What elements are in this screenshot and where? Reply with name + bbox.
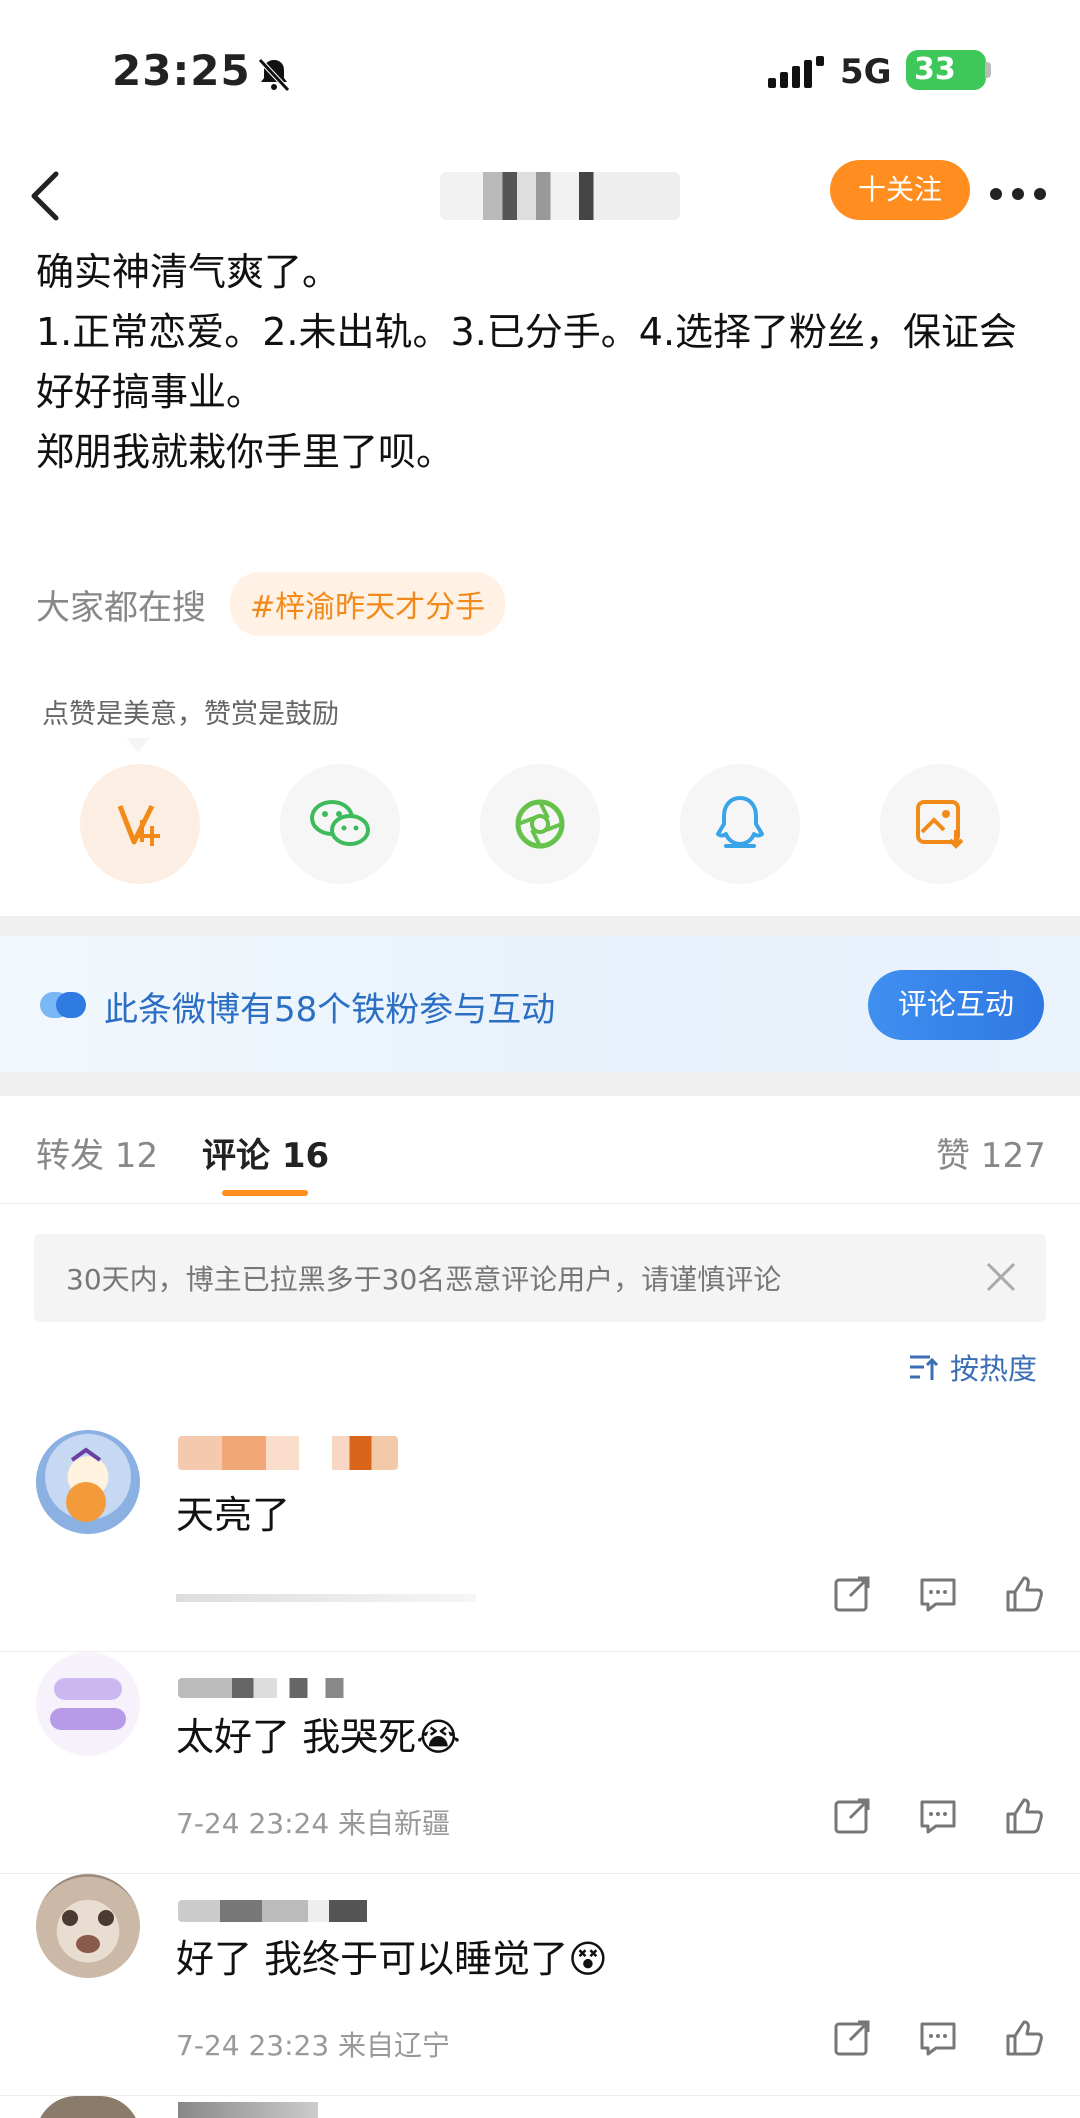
section-divider bbox=[0, 916, 1080, 936]
tab-reposts[interactable]: 转发 12 bbox=[36, 1128, 158, 1177]
avatar[interactable] bbox=[36, 1430, 140, 1534]
comment-actions bbox=[830, 1572, 1050, 1622]
blurred-commenter-name bbox=[178, 1436, 398, 1470]
status-time: 23:25 bbox=[112, 46, 251, 95]
hashtag-link[interactable]: #梓渝昨天才分手 bbox=[230, 572, 506, 636]
share-comment-icon[interactable] bbox=[830, 1794, 874, 1838]
comment-item: 太好了 我哭死😭 7-24 23:24 来自新疆 bbox=[0, 1652, 1080, 1874]
comment-item: 好了 我终于可以睡觉了😵 7-24 23:23 来自辽宁 bbox=[0, 1874, 1080, 2096]
more-options-icon[interactable] bbox=[988, 182, 1048, 206]
fans-banner-text: 此条微博有58个铁粉参与互动 bbox=[104, 990, 556, 1030]
notice-text: 30天内，博主已拉黑多于30名恶意评论用户，请谨慎评论 bbox=[66, 1263, 782, 1296]
comment-actions bbox=[830, 2016, 1050, 2066]
reply-icon[interactable] bbox=[916, 2016, 960, 2060]
avatar[interactable] bbox=[36, 2096, 140, 2118]
post-line: 1.正常恋爱。2.未出轨。3.已分手。4.选择了粉丝，保证会好好搞事业。 bbox=[36, 310, 1018, 414]
section-divider bbox=[0, 1072, 1080, 1096]
like-icon[interactable] bbox=[1002, 1572, 1046, 1616]
comment-meta: 7-24 23:24 来自新疆 bbox=[176, 1807, 451, 1840]
blurred-comment-meta bbox=[176, 1594, 476, 1602]
share-comment-icon[interactable] bbox=[830, 2016, 874, 2060]
fans-banner: 此条微博有58个铁粉参与互动 评论互动 bbox=[0, 936, 1080, 1072]
sort-label: 按热度 bbox=[950, 1352, 1038, 1386]
comment-text: 天亮了 bbox=[176, 1493, 291, 1537]
tab-likes[interactable]: 赞 127 bbox=[936, 1128, 1046, 1177]
battery-cap bbox=[985, 62, 991, 78]
reward-tip: 点赞是美意，赞赏是鼓励 bbox=[42, 699, 339, 730]
comment-notice: 30天内，博主已拉黑多于30名恶意评论用户，请谨慎评论 bbox=[34, 1234, 1046, 1322]
save-image-icon[interactable] bbox=[880, 764, 1000, 884]
tip-arrow bbox=[126, 738, 150, 752]
share-comment-icon[interactable] bbox=[830, 1572, 874, 1616]
comment-meta: 7-24 23:23 来自辽宁 bbox=[176, 2029, 451, 2062]
follow-button[interactable]: 十关注 bbox=[830, 160, 970, 220]
sort-toggle[interactable]: 按热度 bbox=[908, 1346, 1037, 1388]
avatar[interactable] bbox=[36, 1652, 140, 1756]
nav-bar: 十关注 bbox=[0, 150, 1080, 240]
post-line: 确实神清气爽了。 bbox=[36, 250, 341, 294]
wechat-icon[interactable] bbox=[280, 764, 400, 884]
battery-level: 33 bbox=[906, 50, 986, 90]
close-icon[interactable] bbox=[984, 1260, 1018, 1294]
reply-icon[interactable] bbox=[916, 1794, 960, 1838]
post-body: 确实神清气爽了。 1.正常恋爱。2.未出轨。3.已分手。4.选择了粉丝，保证会好… bbox=[36, 242, 1046, 482]
like-icon[interactable] bbox=[1002, 2016, 1046, 2060]
blurred-commenter-name bbox=[178, 1678, 358, 1698]
comment-actions bbox=[830, 1794, 1050, 1844]
blurred-commenter-name bbox=[178, 2102, 318, 2118]
comment-text: 好了 我终于可以睡觉了😵 bbox=[176, 1937, 608, 1981]
trending-search: 大家都在搜 #梓渝昨天才分手 bbox=[36, 572, 506, 636]
vip-reward-icon[interactable] bbox=[80, 764, 200, 884]
like-icon[interactable] bbox=[1002, 1794, 1046, 1838]
reply-icon[interactable] bbox=[916, 1572, 960, 1616]
tab-comments[interactable]: 评论 16 bbox=[202, 1128, 329, 1177]
active-tab-indicator bbox=[222, 1190, 308, 1196]
sort-icon bbox=[910, 1355, 939, 1380]
comment-text: 太好了 我哭死😭 bbox=[176, 1715, 461, 1759]
fans-pill-icon bbox=[40, 992, 86, 1018]
status-bar: 23:25 5G 33 bbox=[0, 0, 1080, 150]
network-type: 5G bbox=[840, 52, 892, 92]
comment-item: 天亮了 bbox=[0, 1430, 1080, 1652]
trending-label: 大家都在搜 bbox=[36, 587, 206, 628]
blurred-username bbox=[440, 172, 680, 220]
comment-item-partial bbox=[0, 2096, 1080, 2118]
post-line: 郑朋我就栽你手里了呗。 bbox=[36, 430, 455, 474]
qq-icon[interactable] bbox=[680, 764, 800, 884]
share-row bbox=[80, 764, 1000, 884]
signal-icon bbox=[768, 56, 824, 88]
blurred-commenter-name bbox=[178, 1900, 388, 1922]
interaction-tabs: 转发 12 评论 16 赞 127 bbox=[0, 1098, 1080, 1204]
avatar[interactable] bbox=[36, 1874, 140, 1978]
mute-bell-icon bbox=[258, 58, 290, 92]
moments-icon[interactable] bbox=[480, 764, 600, 884]
comment-interact-button[interactable]: 评论互动 bbox=[868, 970, 1044, 1040]
back-arrow-icon[interactable] bbox=[26, 168, 66, 224]
